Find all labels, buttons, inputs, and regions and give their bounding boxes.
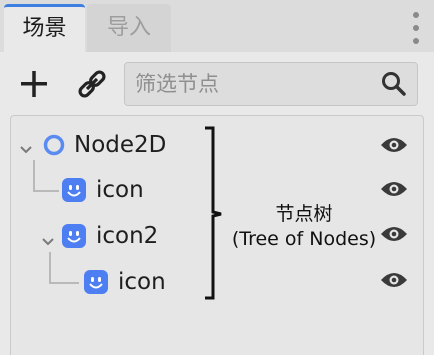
visibility-eye-icon[interactable]: [379, 178, 409, 200]
tree-item-label[interactable]: icon: [118, 268, 166, 296]
visibility-eye-icon[interactable]: [379, 269, 409, 291]
filter-nodes-search: [124, 62, 418, 106]
node2d-icon: [41, 132, 67, 158]
plus-icon[interactable]: [12, 62, 56, 106]
tree-item-label[interactable]: icon: [96, 176, 144, 204]
tree-guide: [49, 252, 51, 284]
menu-icon[interactable]: [408, 10, 424, 46]
annotation-title: 节点树: [275, 203, 333, 225]
tab-scene[interactable]: 场景: [4, 4, 85, 52]
visibility-eye-icon[interactable]: [379, 134, 409, 156]
tree-guide: [33, 190, 59, 192]
annotation-bracket: [205, 126, 222, 300]
sprite-icon: [83, 269, 109, 295]
tree-guide: [33, 160, 35, 192]
link-icon[interactable]: [70, 62, 114, 106]
sprite-icon: [61, 223, 87, 249]
collapse-chevron-icon[interactable]: [41, 232, 55, 246]
scene-tree: Node2D icon icon2 icon 节点树 (Tree of Node…: [10, 115, 424, 355]
scene-dock: 场景 导入 筛选节点 Node2D icon icon2 icon 节点树 (T…: [0, 0, 434, 355]
search-icon[interactable]: [379, 69, 409, 99]
filter-input[interactable]: [135, 65, 375, 103]
collapse-chevron-icon[interactable]: [19, 140, 33, 154]
visibility-eye-icon[interactable]: [379, 223, 409, 245]
annotation-subtitle: (Tree of Nodes): [231, 228, 377, 250]
tree-item-label[interactable]: icon2: [96, 222, 158, 250]
tree-item-label[interactable]: Node2D: [74, 131, 166, 159]
tab-bar: 场景 导入: [0, 0, 434, 52]
tree-guide: [49, 282, 79, 284]
tab-import[interactable]: 导入: [87, 4, 171, 52]
sprite-icon: [61, 177, 87, 203]
